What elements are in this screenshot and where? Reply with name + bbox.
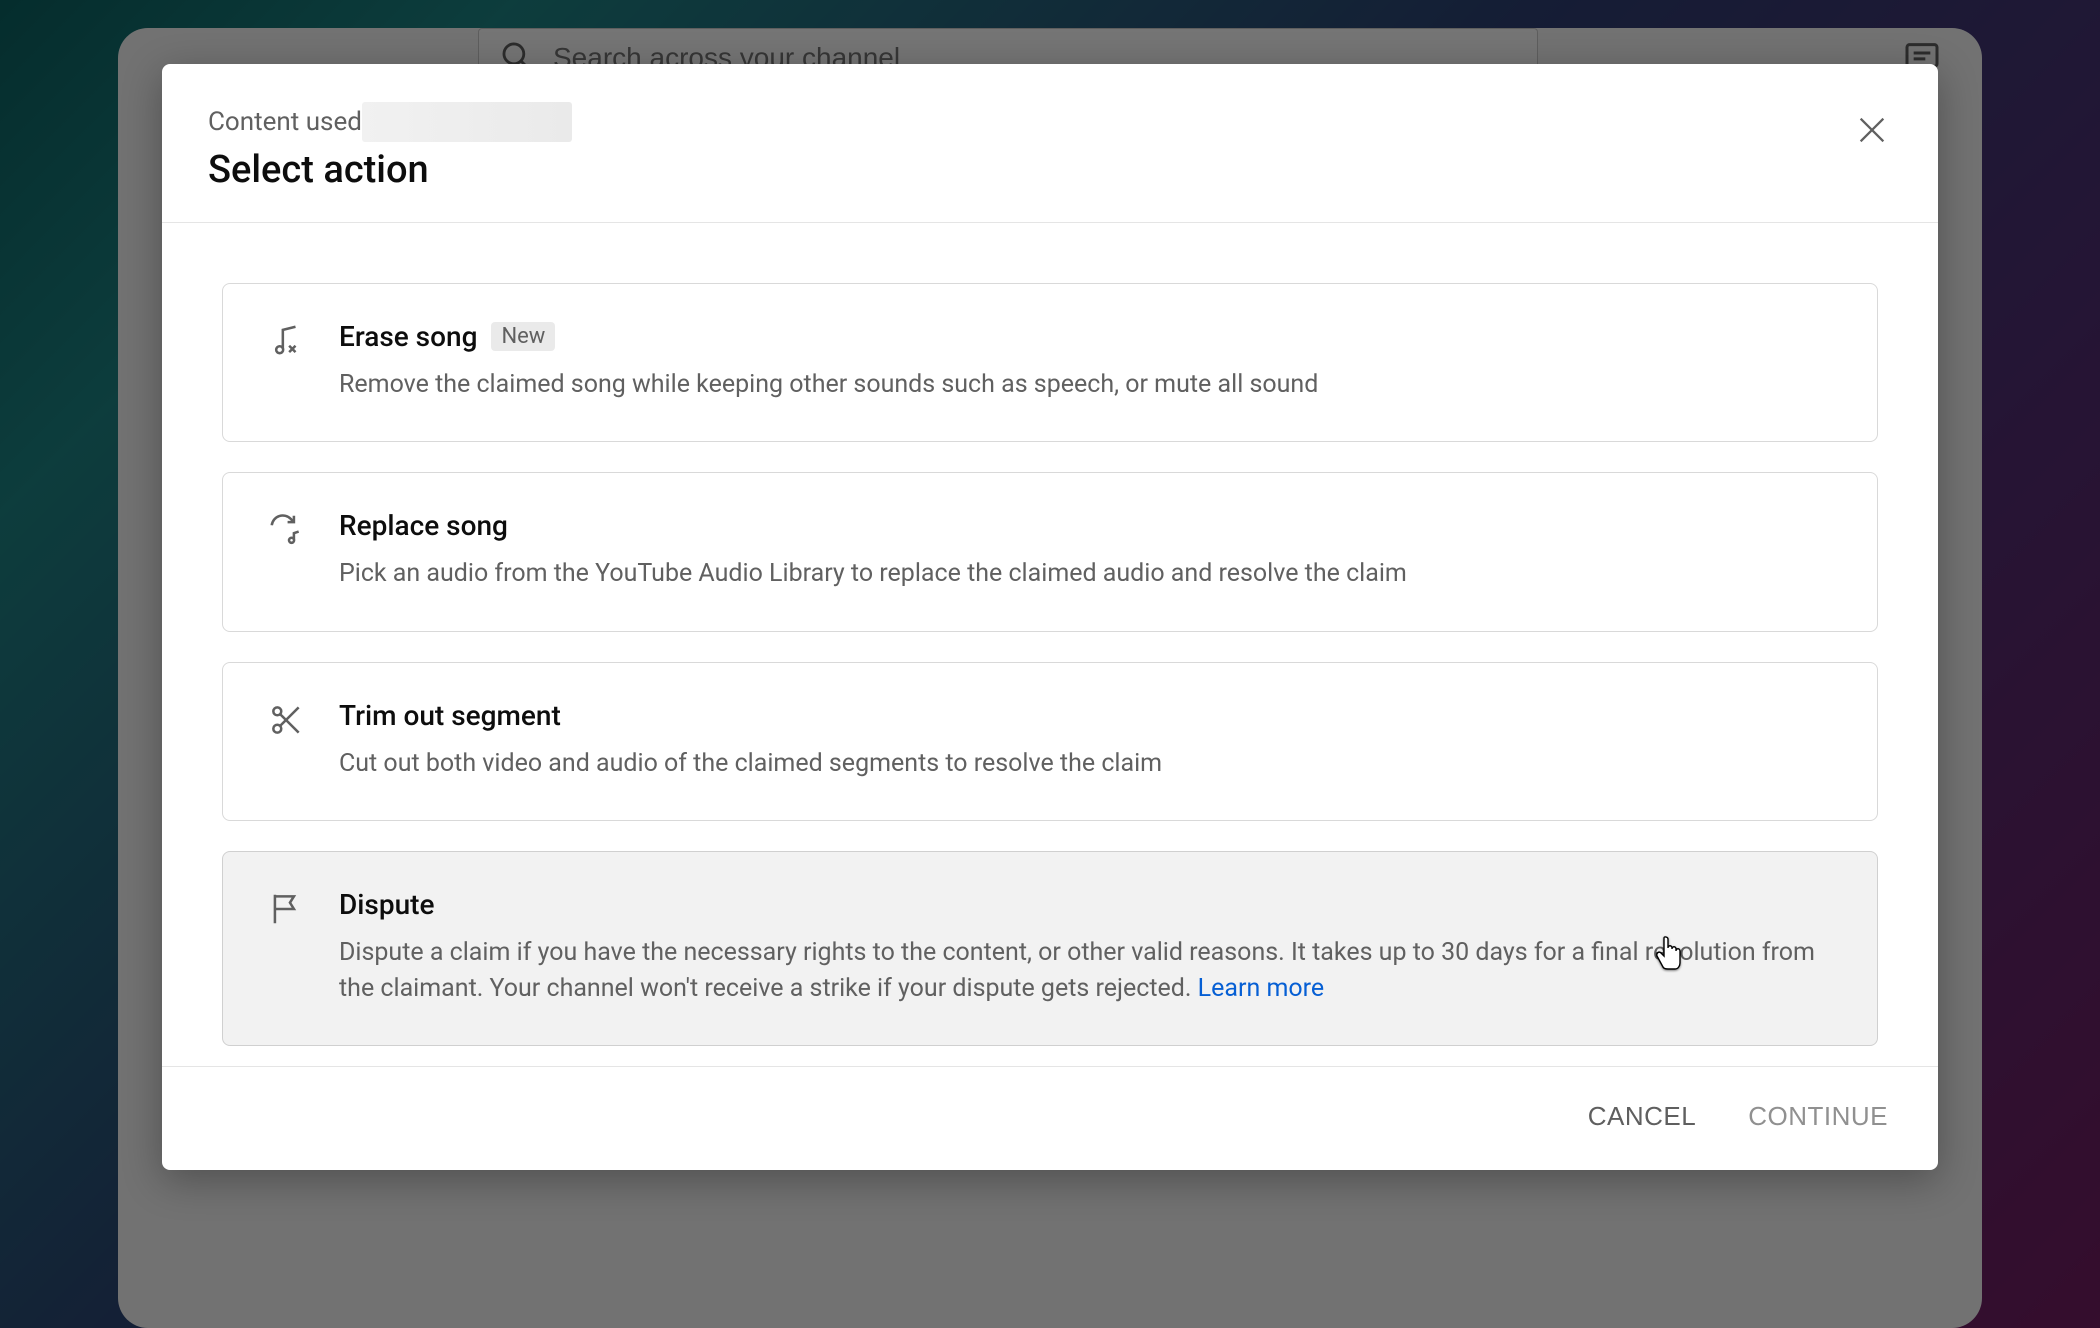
breadcrumb: Content used: [208, 107, 362, 137]
music-erase-icon: [267, 320, 309, 403]
continue-button[interactable]: CONTINUE: [1744, 1091, 1892, 1142]
scissors-icon: [267, 699, 309, 782]
dispute-desc-text: Dispute a claim if you have the necessar…: [339, 938, 1815, 1003]
option-replace-song[interactable]: Replace song Pick an audio from the YouT…: [222, 472, 1878, 631]
option-description: Pick an audio from the YouTube Audio Lib…: [339, 556, 1833, 592]
modal-header: Content used Select action: [162, 64, 1938, 223]
modal-footer: CANCEL CONTINUE: [162, 1066, 1938, 1170]
option-trim-segment[interactable]: Trim out segment Cut out both video and …: [222, 662, 1878, 821]
learn-more-link[interactable]: Learn more: [1198, 974, 1324, 1003]
option-erase-song[interactable]: Erase song New Remove the claimed song w…: [222, 283, 1878, 442]
option-description: Cut out both video and audio of the clai…: [339, 746, 1833, 782]
new-badge: New: [491, 322, 555, 351]
select-action-modal: Content used Select action Erase song Ne…: [162, 64, 1938, 1170]
close-icon: [1855, 113, 1889, 147]
option-title: Erase song: [339, 320, 477, 353]
replace-icon: [267, 509, 309, 592]
modal-title: Select action: [208, 148, 1888, 192]
modal-body: Erase song New Remove the claimed song w…: [162, 223, 1938, 1066]
option-description: Remove the claimed song while keeping ot…: [339, 367, 1833, 403]
option-title: Dispute: [339, 888, 434, 921]
option-description: Dispute a claim if you have the necessar…: [339, 935, 1833, 1008]
close-button[interactable]: [1848, 106, 1896, 154]
redacted-content-name: [362, 102, 572, 142]
option-title: Replace song: [339, 509, 508, 542]
option-title: Trim out segment: [339, 699, 561, 732]
cancel-button[interactable]: CANCEL: [1584, 1091, 1700, 1142]
flag-icon: [267, 888, 309, 1008]
option-dispute[interactable]: Dispute Dispute a claim if you have the …: [222, 851, 1878, 1047]
